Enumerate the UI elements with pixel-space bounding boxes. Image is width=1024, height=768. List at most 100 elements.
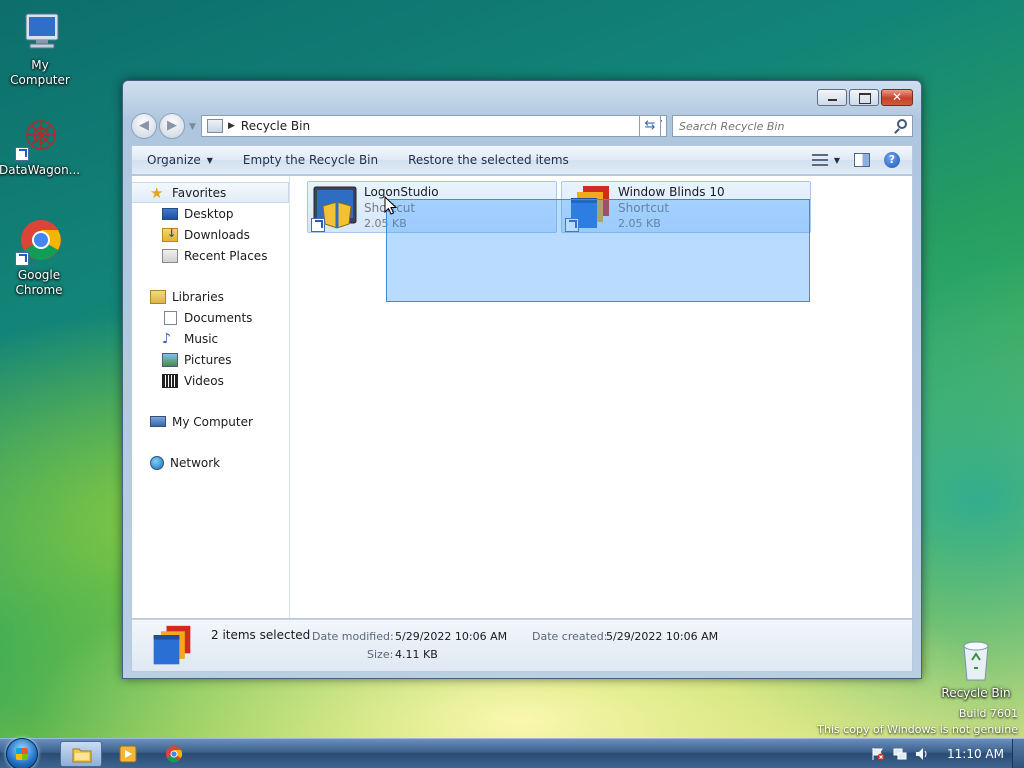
restore-selected-label: Restore the selected items — [408, 153, 569, 167]
nav-network[interactable]: Network — [132, 452, 289, 473]
nav-downloads-label: Downloads — [184, 227, 250, 242]
system-tray: 11:10 AM — [871, 739, 1010, 768]
videos-icon — [162, 373, 178, 388]
logonstudio-icon — [311, 184, 359, 232]
taskbar-chrome-button[interactable] — [156, 741, 192, 767]
documents-icon — [164, 310, 177, 325]
nav-pictures[interactable]: Pictures — [132, 349, 289, 370]
taskbar-explorer-button[interactable] — [60, 741, 102, 767]
nav-recent-places[interactable]: Recent Places — [132, 245, 289, 266]
back-button[interactable]: ◀ — [131, 113, 157, 139]
chrome-small-icon — [166, 746, 183, 763]
datawagon-icon — [15, 113, 63, 161]
media-player-icon — [119, 745, 137, 763]
search-input[interactable] — [673, 116, 883, 136]
folder-icon — [72, 748, 92, 763]
nav-pictures-label: Pictures — [184, 352, 232, 367]
start-button[interactable] — [6, 738, 44, 768]
desktop-icon-datawagon[interactable]: DataWagon... — [0, 113, 80, 178]
music-icon: ♪ — [162, 330, 171, 347]
desktop-icon-label: My Computer — [10, 58, 70, 87]
breadcrumb-chevron-icon[interactable]: ▶ — [228, 121, 235, 131]
nav-favorites[interactable]: ★ Favorites — [132, 182, 289, 203]
breadcrumb-recycle-bin[interactable]: Recycle Bin — [241, 119, 310, 133]
selection-count: 2 items selected — [211, 628, 311, 642]
close-button[interactable]: ✕ — [881, 89, 913, 106]
date-modified-value: 5/29/2022 10:06 AM — [395, 630, 508, 643]
search-icon[interactable] — [897, 119, 907, 129]
nav-documents[interactable]: Documents — [132, 307, 289, 328]
taskbar: 11:10 AM — [0, 738, 1024, 768]
view-controls: ▼ ? — [811, 152, 912, 168]
minimize-button[interactable] — [817, 89, 847, 106]
computer-icon — [16, 8, 64, 56]
explorer-body: ★ Favorites Desktop Downloads Recent Pla… — [131, 176, 913, 619]
nav-favorites-label: Favorites — [172, 185, 227, 200]
forward-button[interactable]: ▶ — [159, 113, 185, 139]
nav-videos[interactable]: Videos — [132, 370, 289, 391]
views-chevron-icon[interactable]: ▼ — [834, 156, 840, 165]
caption-buttons: ✕ — [817, 89, 913, 106]
network-tray-icon[interactable] — [893, 747, 907, 761]
file-name: LogonStudio — [364, 185, 439, 199]
size-value: 4.11 KB — [395, 648, 438, 661]
nav-downloads[interactable]: Downloads — [132, 224, 289, 245]
search-box[interactable] — [672, 115, 913, 137]
desktop-icon-label: Recycle Bin — [941, 686, 1011, 700]
nav-my-computer[interactable]: My Computer — [132, 411, 289, 432]
empty-recycle-bin-label: Empty the Recycle Bin — [242, 153, 379, 167]
organize-label: Organize — [147, 153, 201, 167]
details-pane: 2 items selected Date modified: 5/29/202… — [131, 619, 913, 672]
selection-thumbnail-icon — [150, 624, 194, 668]
desktop-icon-google-chrome[interactable]: Google Chrome — [0, 218, 79, 298]
date-modified-label: Date modified: — [312, 630, 394, 643]
file-list: LogonStudio Shortcut 2.05 KB Window Blin… — [291, 176, 912, 618]
nav-desktop[interactable]: Desktop — [132, 203, 289, 224]
file-name: Window Blinds 10 — [618, 185, 725, 199]
nav-documents-label: Documents — [184, 310, 253, 325]
watermark-build: Build 7601 — [958, 707, 1018, 720]
recent-pages-chevron-icon[interactable]: ▼ — [189, 122, 196, 132]
star-icon: ★ — [150, 183, 164, 202]
network-icon — [150, 455, 164, 470]
views-icon[interactable] — [811, 154, 828, 166]
pictures-icon — [162, 352, 178, 367]
address-bar[interactable]: ▶ Recycle Bin ▼ — [201, 115, 667, 137]
desktop-icon — [162, 207, 178, 220]
downloads-icon — [162, 227, 178, 242]
help-icon[interactable]: ? — [884, 152, 900, 168]
nav-recent-places-label: Recent Places — [184, 248, 268, 263]
maximize-button[interactable] — [849, 89, 879, 106]
refresh-icon[interactable]: ⇆ — [639, 115, 661, 137]
preview-pane-icon[interactable] — [854, 153, 870, 167]
volume-icon[interactable] — [915, 747, 929, 761]
organize-button[interactable]: Organize ▼ — [132, 146, 228, 174]
desktop-icon-my-computer[interactable]: My Computer — [0, 8, 80, 88]
favorites-group: ★ Favorites Desktop Downloads Recent Pla… — [132, 182, 289, 266]
show-desktop-button[interactable] — [1012, 739, 1024, 768]
libraries-icon — [150, 289, 166, 304]
nav-libraries[interactable]: Libraries — [132, 286, 289, 307]
date-created-value: 5/29/2022 10:06 AM — [606, 630, 719, 643]
shortcut-arrow-icon — [311, 218, 325, 232]
taskbar-media-player-button[interactable] — [110, 741, 146, 767]
address-row: ◀ ▶ ▼ ▶ Recycle Bin ▼ ⇆ — [131, 113, 913, 139]
mouse-cursor-icon — [384, 196, 398, 215]
nav-libraries-label: Libraries — [172, 289, 224, 304]
nav-music-label: Music — [184, 331, 219, 346]
clock[interactable]: 11:10 AM — [947, 747, 1004, 761]
size-label: Size: — [367, 648, 394, 661]
explorer-window: ✕ ◀ ▶ ▼ ▶ Recycle Bin ▼ ⇆ Organize ▼ Emp… — [122, 80, 922, 679]
command-bar: Organize ▼ Empty the Recycle Bin Restore… — [131, 145, 913, 175]
libraries-group: Libraries Documents ♪ Music Pictures Vid… — [132, 286, 289, 391]
computer-group: My Computer — [132, 411, 289, 432]
date-created-label: Date created: — [532, 630, 608, 643]
action-center-flag-icon[interactable] — [871, 747, 885, 761]
navigation-pane: ★ Favorites Desktop Downloads Recent Pla… — [132, 176, 290, 618]
nav-music[interactable]: ♪ Music — [132, 328, 289, 349]
recycle-bin-small-icon — [207, 119, 223, 133]
empty-recycle-bin-button[interactable]: Empty the Recycle Bin — [228, 146, 393, 174]
desktop-icon-recycle-bin[interactable]: Recycle Bin — [936, 636, 1016, 701]
nav-desktop-label: Desktop — [184, 206, 234, 221]
restore-selected-button[interactable]: Restore the selected items — [393, 146, 584, 174]
